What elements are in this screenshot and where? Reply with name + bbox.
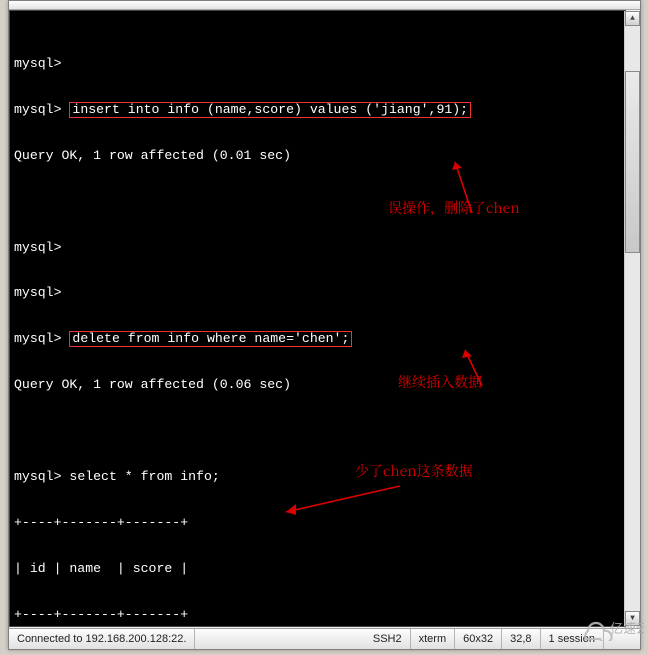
terminal[interactable]: mysql> mysql> insert into info (name,sco… [9, 10, 626, 627]
cmd-insert-jiang-line: mysql> insert into info (name,score) val… [10, 102, 625, 118]
prompt: mysql> [14, 331, 61, 346]
prompt-line: mysql> [10, 240, 625, 256]
resp-delete-chen: Query OK, 1 row affected (0.06 sec) [10, 377, 625, 393]
status-cursor-pos: 32,8 [502, 629, 540, 649]
prompt: mysql> [14, 56, 61, 71]
cmd-select1: select * from info; [69, 469, 219, 484]
prompt: mysql> [14, 240, 61, 255]
prompt: mysql> [14, 469, 61, 484]
scroll-up-button[interactable]: ▲ [625, 11, 640, 26]
cmd-delete-chen-line: mysql> delete from info where name='chen… [10, 331, 625, 347]
tab-strip [9, 1, 640, 10]
table-sep: +----+-------+-------+ [10, 607, 625, 623]
scroll-down-button[interactable]: ▼ [625, 611, 640, 626]
blank [10, 423, 625, 439]
status-sessions: 1 session [541, 629, 604, 649]
blank [10, 194, 625, 210]
prompt: mysql> [14, 285, 61, 300]
table-hdr: | id | name | score | [10, 561, 625, 577]
status-connection: Connected to 192.168.200.128:22. [9, 629, 195, 649]
status-terminal-type: xterm [411, 629, 456, 649]
status-caps-icon [604, 629, 640, 649]
prompt-line: mysql> [10, 285, 625, 301]
resp-insert-jiang: Query OK, 1 row affected (0.01 sec) [10, 148, 625, 164]
table-sep: +----+-------+-------+ [10, 515, 625, 531]
cmd-select1-line: mysql> select * from info; [10, 469, 625, 485]
chevron-up-icon: ▲ [630, 14, 635, 23]
scroll-thumb[interactable] [625, 71, 640, 253]
vertical-scrollbar[interactable]: ▲ ▼ [624, 11, 640, 626]
status-bar: Connected to 192.168.200.128:22. SSH2 xt… [9, 628, 640, 649]
prompt-line: mysql> [10, 56, 625, 72]
scroll-track[interactable] [625, 26, 640, 611]
cmd-insert-jiang: insert into info (name,score) values ('j… [69, 102, 471, 118]
prompt: mysql> [14, 102, 61, 117]
chevron-down-icon: ▼ [630, 614, 635, 623]
status-protocol: SSH2 [365, 629, 411, 649]
cmd-delete-chen: delete from info where name='chen'; [69, 331, 352, 347]
terminal-window: mysql> mysql> insert into info (name,sco… [8, 0, 641, 650]
status-size: 60x32 [455, 629, 502, 649]
